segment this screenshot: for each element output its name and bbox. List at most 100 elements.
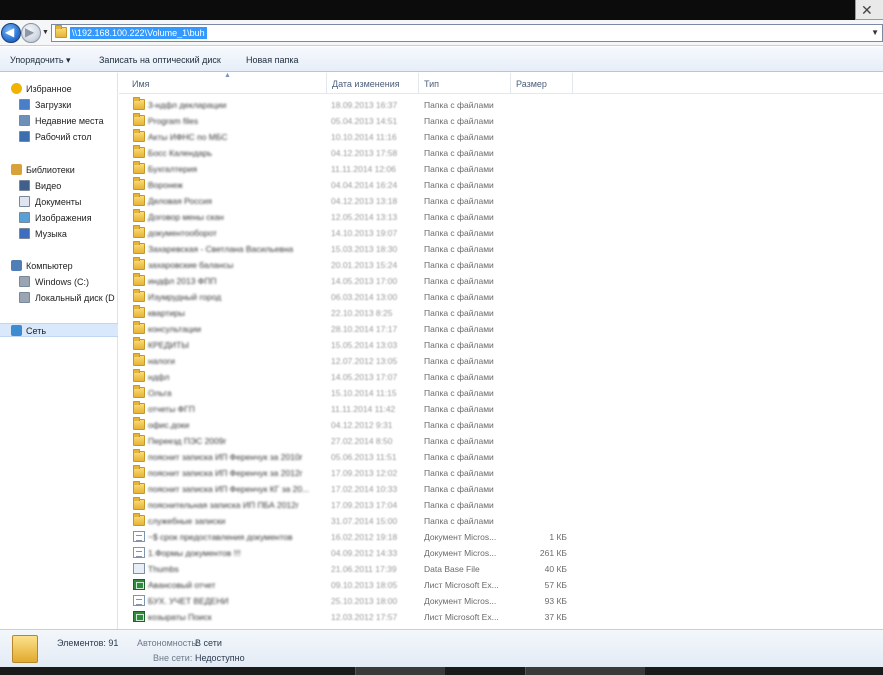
column-header-date[interactable]: Дата изменения [332,79,400,91]
file-row[interactable]: пояснительная записка ИП ПБА 2012г 17.09.… [119,497,883,513]
file-row[interactable]: Воронеж 04.04.2014 16:24 Папка с файлами [119,177,883,193]
folder-icon [133,145,145,158]
file-row[interactable]: Бухгалтерия 11.11.2014 12:06 Папка с файла… [119,161,883,177]
file-date: 17.09.2013 12:02 [331,468,398,478]
file-date: 10.10.2014 11:16 [331,132,397,142]
file-row[interactable]: индфл 2013 ФПП 14.05.2013 17:00 Папка с фа… [119,273,883,289]
file-type: Папка с файлами [424,292,494,302]
folder-icon [133,337,145,350]
file-date: 15.10.2014 11:15 [331,388,397,398]
forward-button[interactable]: ▶ [21,23,41,43]
file-row[interactable]: служебные записки 31.07.2014 15:00 Папка с… [119,513,883,529]
file-date: 04.12.2012 9:31 [331,420,393,430]
file-row[interactable]: пояснит записка ИП Ференчук КГ за 20... 1… [119,481,883,497]
file-row[interactable]: Изумрудный город 06.03.2014 13:00 Папка с … [119,289,883,305]
nav-group-network[interactable]: Сеть [0,323,118,337]
burn-to-disc-button[interactable]: Записать на оптический диск [99,55,221,65]
nav-item[interactable]: Видео [0,179,118,193]
nav-item[interactable]: Музыка [0,227,118,241]
recent-pages-chevron-icon[interactable]: ▼ [42,29,49,36]
file-name: квартиры [148,308,185,318]
file-date: 16.02.2012 19:18 [331,532,398,542]
file-name: КРЕДИТЫ [148,340,189,350]
column-divider[interactable] [418,73,419,94]
taskbar-button[interactable] [525,667,645,675]
file-date: 20.01.2013 15:24 [331,260,398,270]
file-row[interactable]: Акты ИФНС по МБС 10.10.2014 11:16 Папка с … [119,129,883,145]
file-row[interactable]: консультации 28.10.2014 17:17 Папка с файл… [119,321,883,337]
file-row[interactable]: КРЕДИТЫ 15.05.2014 13:03 Папка с файлами [119,337,883,353]
file-row[interactable]: козыраты Поиск 12.03.2012 17:57 Лист Micro… [119,609,883,625]
file-row[interactable]: отчеты ФГП 11.11.2014 11:42 Папка с файлам… [119,401,883,417]
address-row: ◀ ▶ ▼ \\192.168.100.222\Volume_1\buh ▼ [0,20,883,46]
nav-item-label: Документы [35,197,82,207]
item-count: Элементов: 91 [57,638,119,648]
folder-icon [55,25,67,38]
column-header-name[interactable]: Имя [132,79,150,91]
folder-icon [133,241,145,254]
file-name: служебные записки [148,516,226,526]
column-divider[interactable] [326,73,327,94]
file-row[interactable]: Захаревская - Светлана Васильевна 15.03.2… [119,241,883,257]
address-dropdown-chevron-icon[interactable]: ▼ [871,28,879,37]
taskbar-button[interactable] [355,667,445,675]
file-row[interactable]: захаровские балансы 20.01.2013 15:24 Папка… [119,257,883,273]
folder-icon [133,161,145,174]
nav-item[interactable]: Загрузки [0,98,118,112]
file-row[interactable]: 1.Формы документов !!! 04.09.2012 14:33 До… [119,545,883,561]
column-divider[interactable] [572,73,573,94]
nav-group-computer[interactable]: Компьютер [0,259,118,273]
file-row[interactable]: Ольга 15.10.2014 11:15 Папка с файлами [119,385,883,401]
file-row[interactable]: Program files 05.04.2013 14:51 Папка с фай… [119,113,883,129]
folder-icon [133,289,145,302]
file-date: 05.06.2013 11:51 [331,452,397,462]
column-header-size[interactable]: Размер [516,79,547,91]
file-name: Изумрудный город [148,292,222,302]
file-row[interactable]: Авансовый отчет 09.10.2013 18:05 Лист Micr… [119,577,883,593]
column-divider[interactable] [510,73,511,94]
nav-item[interactable]: Недавние места [0,114,118,128]
nav-item[interactable]: Windows (C:) [0,275,118,289]
nav-group-favorites[interactable]: Избранное [0,82,118,96]
file-row[interactable]: 3-ндфл декларации 18.09.2013 16:37 Папка с… [119,97,883,113]
address-bar[interactable]: \\192.168.100.222\Volume_1\buh ▼ [51,24,883,42]
nav-item-label: Видео [35,181,62,191]
file-row[interactable]: БУХ. УЧЕТ ВЕДЕНИ 25.10.2013 18:00 Документ… [119,593,883,609]
file-row[interactable]: Договор мены скан 12.05.2014 13:13 Папка с… [119,209,883,225]
file-type: Папка с файлами [424,100,494,110]
file-row[interactable]: Босс Календарь 04.12.2013 17:58 Папка с фа… [119,145,883,161]
file-row[interactable]: налоги 12.07.2012 13:05 Папка с файлами [119,353,883,369]
word-document-icon [133,531,145,542]
close-button[interactable]: ✕ [855,0,883,20]
nav-item-label: Windows (C:) [35,277,90,287]
back-button[interactable]: ◀ [1,23,21,43]
file-type: Папка с файлами [424,372,494,382]
file-size: 93 КБ [544,596,567,606]
nav-item[interactable]: Изображения [0,211,118,225]
file-row[interactable]: Переезд ПЭС 2009г 27.02.2014 8:50 Папка с … [119,433,883,449]
file-date: 21.06.2011 17:39 [331,564,397,574]
nav-item[interactable]: Документы [0,195,118,209]
address-path-input[interactable]: \\192.168.100.222\Volume_1\buh [70,27,207,39]
nav-group-libraries[interactable]: Библиотеки [0,163,118,177]
file-name: налоги [148,356,176,366]
file-name: Захаревская - Светлана Васильевна [148,244,294,254]
file-row[interactable]: ндфл 14.05.2013 17:07 Папка с файлами [119,369,883,385]
file-row[interactable]: квартиры 22.10.2013 8:25 Папка с файлами [119,305,883,321]
file-row[interactable]: пояснит записка ИП Ференчук за 2010г 05.0… [119,449,883,465]
file-row[interactable]: Деловая Россия 04.12.2013 13:18 Папка с фа… [119,193,883,209]
libraries-icon [11,164,22,175]
file-type: Папка с файлами [424,180,494,190]
file-name: Договор мены скан [148,212,224,222]
file-row[interactable]: пояснит записка ИП Ференчук за 2012г 17.0… [119,465,883,481]
nav-item[interactable]: Локальный диск (D [0,291,118,305]
file-row[interactable]: офис.доки 04.12.2012 9:31 Папка с файлами [119,417,883,433]
new-folder-button[interactable]: Новая папка [246,55,298,65]
nav-item[interactable]: Рабочий стол [0,130,118,144]
file-row[interactable]: Thumbs 21.06.2011 17:39 Data Base File 40 К… [119,561,883,577]
drive-icon [19,276,30,287]
column-header-type[interactable]: Тип [424,79,439,91]
organize-button[interactable]: Упорядочить ▾ [10,55,71,66]
file-row[interactable]: ~$ срок предоставления документов 16.02.2… [119,529,883,545]
file-row[interactable]: документооборот 14.10.2013 19:07 Папка с ф… [119,225,883,241]
